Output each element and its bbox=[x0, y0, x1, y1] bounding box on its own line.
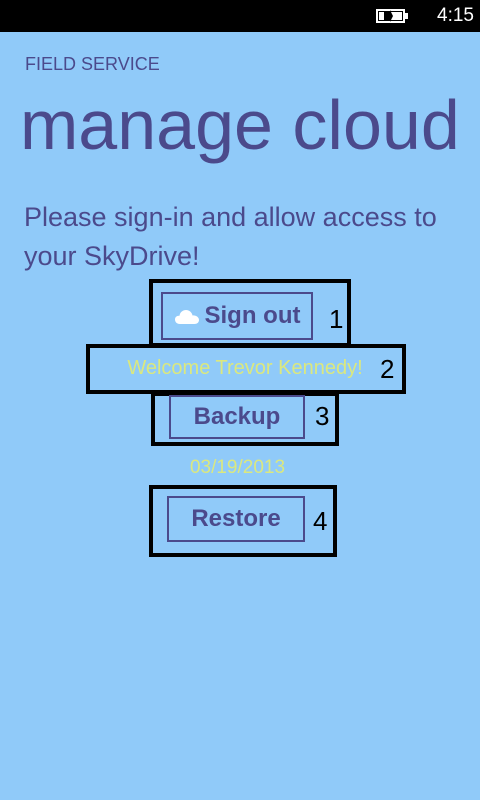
instructions-text: Please sign-in and allow access to your … bbox=[24, 202, 437, 271]
sign-out-label: Sign out bbox=[204, 302, 301, 329]
restore-label: Restore bbox=[191, 505, 281, 532]
welcome-message: Welcome Trevor Kennedy! bbox=[127, 357, 363, 379]
annotation-number-3: 3 bbox=[315, 401, 330, 431]
battery-charging-icon bbox=[376, 9, 408, 23]
annotation-number-4: 4 bbox=[313, 506, 328, 536]
status-bar: 4:15 bbox=[0, 0, 480, 32]
backup-button[interactable]: Backup bbox=[169, 395, 305, 439]
cloud-icon bbox=[174, 310, 199, 324]
app-name: FIELD SERVICE bbox=[25, 54, 160, 74]
restore-button[interactable]: Restore bbox=[167, 496, 305, 542]
backup-label: Backup bbox=[193, 403, 281, 430]
clock: 4:15 bbox=[437, 5, 474, 26]
page-title: manage cloud bbox=[20, 86, 460, 164]
last-backup-date: 03/19/2013 bbox=[189, 457, 286, 478]
annotation-number-1: 1 bbox=[329, 304, 344, 334]
sign-out-button[interactable]: Sign out bbox=[161, 292, 313, 340]
